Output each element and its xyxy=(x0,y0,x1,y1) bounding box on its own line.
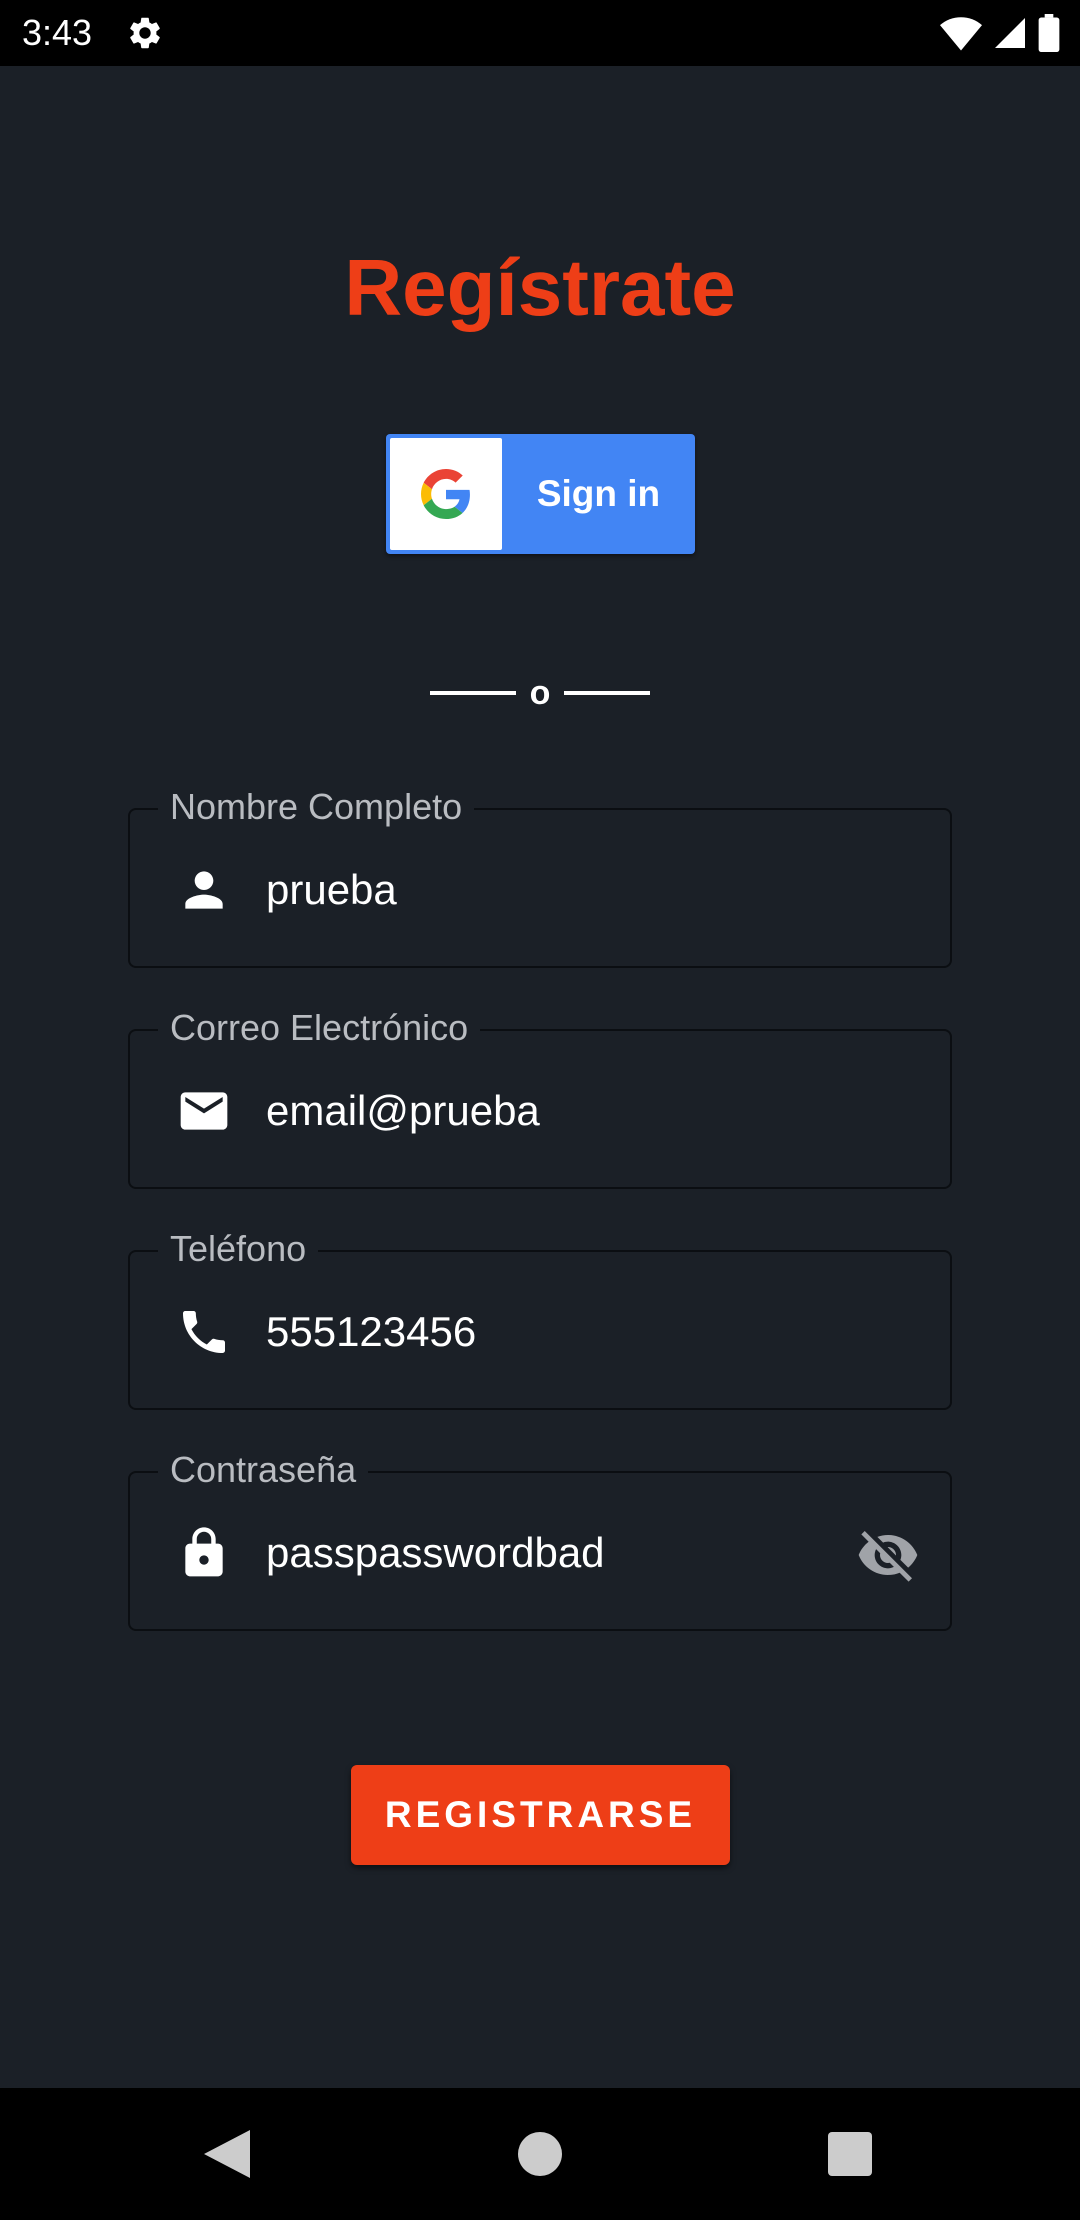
signal-icon xyxy=(995,18,1025,48)
email-label: Correo Electrónico xyxy=(158,1003,481,1053)
google-sign-in-label: Sign in xyxy=(536,473,661,514)
email-field[interactable]: Correo Electrónico email@prueba xyxy=(128,1003,952,1189)
full-name-field[interactable]: Nombre Completo prueba xyxy=(128,782,952,968)
phone-field-outline xyxy=(128,1250,952,1410)
phone-input[interactable]: 555123456 xyxy=(266,1306,476,1358)
status-time: 3:43 xyxy=(22,12,93,53)
navigation-bar xyxy=(0,2088,1080,2220)
wifi-icon xyxy=(940,17,982,51)
email-input[interactable]: email@prueba xyxy=(266,1085,540,1137)
settings-gear-icon xyxy=(130,17,160,49)
full-name-field-outline xyxy=(128,808,952,968)
full-name-input[interactable]: prueba xyxy=(266,864,397,916)
battery-icon xyxy=(1038,14,1060,52)
full-name-label: Nombre Completo xyxy=(158,782,475,832)
back-icon[interactable] xyxy=(204,2130,250,2178)
register-button[interactable]: REGISTRARSE xyxy=(351,1765,730,1865)
phone-label: Teléfono xyxy=(158,1224,319,1274)
or-divider: o xyxy=(0,668,1080,718)
password-input[interactable]: passpasswordbad xyxy=(266,1527,605,1579)
status-bar: 3:43 xyxy=(0,0,1080,66)
screen: 3:43 Regístrate Sign in o Nombre Complet… xyxy=(0,0,1080,2220)
google-logo-container xyxy=(390,438,502,550)
lock-icon xyxy=(185,1527,223,1577)
home-icon[interactable] xyxy=(518,2132,562,2176)
password-label: Contraseña xyxy=(158,1445,369,1495)
status-icons xyxy=(940,14,1060,52)
email-field-outline xyxy=(128,1029,952,1189)
phone-icon xyxy=(183,1311,225,1353)
divider-text: o xyxy=(529,674,551,712)
visibility-off-icon[interactable] xyxy=(856,1523,920,1587)
password-field[interactable]: Contraseña passpasswordbad xyxy=(128,1445,952,1631)
mail-icon xyxy=(180,1092,228,1130)
divider-line-left xyxy=(429,691,516,695)
page-title: Regístrate xyxy=(344,243,736,332)
person-icon xyxy=(185,871,223,909)
recents-icon[interactable] xyxy=(828,2132,872,2176)
divider-line-right xyxy=(564,691,651,695)
google-logo-icon xyxy=(421,469,470,519)
google-sign-in-button[interactable]: Sign in xyxy=(386,434,695,554)
phone-field[interactable]: Teléfono 555123456 xyxy=(128,1224,952,1410)
